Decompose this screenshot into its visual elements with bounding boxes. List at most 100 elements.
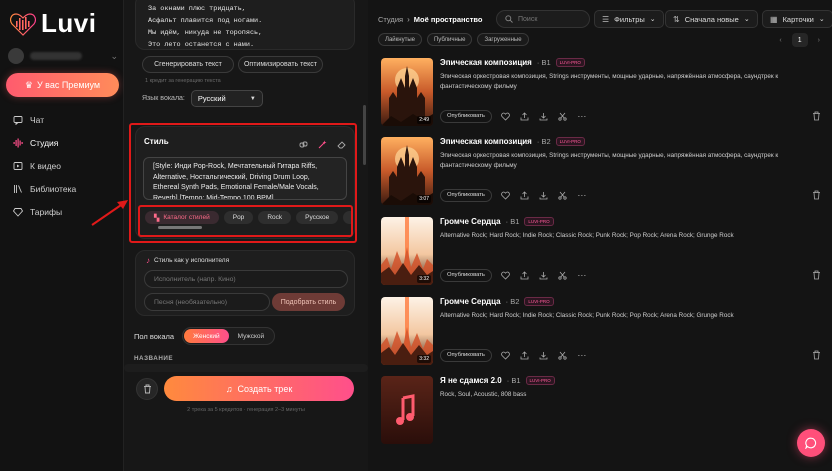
sort-icon: ⇅ <box>673 14 680 24</box>
track-row[interactable]: 3:32 Громче Сердца · B2 LUVI-PRO Alternative… <box>381 297 821 369</box>
filter-chip-uploaded[interactable]: Загруженные <box>477 33 529 46</box>
track-version-label: B1 <box>511 376 521 385</box>
download-icon[interactable] <box>539 111 549 121</box>
scissors-icon[interactable] <box>558 190 568 200</box>
premium-button[interactable]: ♛ У вас Премиум <box>6 73 119 97</box>
track-duration: 3:32 <box>417 355 431 363</box>
lyrics-line: За окнами плюс тридцать, <box>148 5 246 13</box>
download-icon[interactable] <box>539 350 549 360</box>
track-cover[interactable]: 2:49 <box>381 58 433 126</box>
heart-icon[interactable] <box>501 190 511 200</box>
pro-badge: LUVI-PRO <box>555 137 585 146</box>
lyrics-editor[interactable]: За окнами плюс тридцать, Асфальт плавитс… <box>135 0 355 50</box>
panel-scrollbar[interactable] <box>363 105 366 165</box>
gender-male-option[interactable]: Мужской <box>229 329 274 343</box>
breadcrumb-root[interactable]: Студия <box>378 15 403 24</box>
publish-button[interactable]: Опубликовать <box>440 268 492 282</box>
page-number[interactable]: 1 <box>791 33 808 47</box>
sort-dropdown[interactable]: ⇅ Сначала новые ⌄ <box>665 10 758 28</box>
track-cover[interactable]: 3:32 <box>381 297 433 365</box>
more-icon[interactable]: ⋯ <box>577 350 587 360</box>
logo-icon <box>10 12 36 36</box>
publish-button[interactable]: Опубликовать <box>440 109 492 123</box>
track-description: Эпическая оркестровая композиция, String… <box>440 73 779 90</box>
scissors-icon[interactable] <box>558 270 568 280</box>
user-name-blurred <box>30 52 82 60</box>
nav-item-chat[interactable]: Чат <box>8 108 118 131</box>
vocal-language-label: Язык вокала: <box>142 95 185 102</box>
nav-label: Библиотека <box>30 183 77 194</box>
track-cover[interactable] <box>381 376 433 444</box>
trash-icon[interactable] <box>811 350 821 360</box>
chat-icon <box>13 115 23 125</box>
optimize-text-button[interactable]: Оптимизировать текст <box>238 56 323 73</box>
app-root: Luvi ⌄ ♛ У вас Премиум Чат Студия К виде… <box>0 0 832 471</box>
next-page-icon[interactable]: › <box>818 37 820 44</box>
search-placeholder: Поиск <box>518 15 538 23</box>
gender-female-option[interactable]: Женский <box>184 329 229 343</box>
vocal-language-select[interactable]: Русский ▼ <box>190 90 263 107</box>
track-description: Эпическая оркестровая композиция, String… <box>440 152 779 169</box>
pagination: ‹ 1 › <box>779 33 820 47</box>
scissors-icon[interactable] <box>558 111 568 121</box>
share-icon[interactable] <box>520 350 530 360</box>
track-version-label: B2 <box>510 297 520 306</box>
create-panel: За окнами плюс тридцать, Асфальт плавитс… <box>124 0 368 471</box>
trash-icon[interactable] <box>811 111 821 121</box>
track-duration: 2:49 <box>417 116 431 124</box>
track-title[interactable]: Я не сдамся 2.0 <box>440 376 502 385</box>
heart-icon[interactable] <box>501 111 511 121</box>
annotation-highlight <box>129 123 357 243</box>
scissors-icon[interactable] <box>558 350 568 360</box>
filters-dropdown[interactable]: ☰ Фильтры ⌄ <box>594 10 664 28</box>
filter-chip-liked[interactable]: Лайкнутые <box>378 33 422 46</box>
track-cover[interactable]: 3:07 <box>381 137 433 205</box>
track-cover[interactable]: 3:32 <box>381 217 433 285</box>
prev-page-icon[interactable]: ‹ <box>779 37 781 44</box>
track-row[interactable]: Я не сдамся 2.0 · B1 LUVI-PRO Rock, Soul, A… <box>381 376 821 448</box>
user-menu[interactable]: ⌄ <box>8 46 118 66</box>
download-icon[interactable] <box>539 270 549 280</box>
share-icon[interactable] <box>520 190 530 200</box>
more-icon[interactable]: ⋯ <box>577 270 587 280</box>
nav-item-studio[interactable]: Студия <box>8 131 118 154</box>
chevron-down-icon: ⌄ <box>649 16 656 23</box>
track-title[interactable]: Громче Сердца <box>440 297 501 306</box>
name-input[interactable] <box>124 364 368 372</box>
trash-icon[interactable] <box>811 270 821 280</box>
more-icon[interactable]: ⋯ <box>577 190 587 200</box>
track-row[interactable]: 2:49 Эпическая композиция · B1 LUVI-PRO Эпич… <box>381 58 821 130</box>
publish-button[interactable]: Опубликовать <box>440 188 492 202</box>
share-icon[interactable] <box>520 270 530 280</box>
chevron-right-icon: › <box>407 14 410 24</box>
nav-item-video[interactable]: К видео <box>8 154 118 177</box>
track-row[interactable]: 3:32 Громче Сердца · B1 LUVI-PRO Alternative… <box>381 217 821 289</box>
name-label: НАЗВАНИЕ <box>134 355 174 362</box>
more-icon[interactable]: ⋯ <box>577 111 587 121</box>
track-title[interactable]: Эпическая композиция <box>440 137 532 146</box>
publish-button[interactable]: Опубликовать <box>440 348 492 362</box>
generate-text-button[interactable]: Сгенерировать текст <box>142 56 234 73</box>
library-topbar: Студия › Моё пространство Поиск ☰ Фильтр… <box>378 10 832 28</box>
filter-chip-public[interactable]: Публичные <box>426 33 473 46</box>
track-title[interactable]: Эпическая композиция <box>440 58 532 67</box>
track-version: · B1 <box>506 376 521 385</box>
artist-input[interactable]: Исполнитель (напр. Кино) <box>144 270 348 288</box>
match-style-button[interactable]: Подобрать стиль <box>272 293 345 311</box>
share-icon[interactable] <box>520 111 530 121</box>
song-input[interactable]: Песня (необязательно) <box>144 293 270 311</box>
track-title-row: Громче Сердца · B1 LUVI-PRO <box>440 217 554 226</box>
download-icon[interactable] <box>539 190 549 200</box>
search-input[interactable]: Поиск <box>496 10 590 28</box>
track-row[interactable]: 3:07 Эпическая композиция · B2 LUVI-PRO Эпич… <box>381 137 821 209</box>
trash-icon[interactable] <box>811 190 821 200</box>
nav-label: К видео <box>30 160 61 171</box>
heart-icon[interactable] <box>501 270 511 280</box>
track-title[interactable]: Громче Сердца <box>440 217 501 226</box>
logo[interactable]: Luvi <box>10 8 96 39</box>
clear-button[interactable] <box>136 378 158 400</box>
view-dropdown[interactable]: ▦ Карточки ⌄ <box>762 10 832 28</box>
heart-icon[interactable] <box>501 350 511 360</box>
chat-fab-button[interactable] <box>797 429 825 457</box>
create-track-button[interactable]: ♫ Создать трек <box>164 376 354 401</box>
